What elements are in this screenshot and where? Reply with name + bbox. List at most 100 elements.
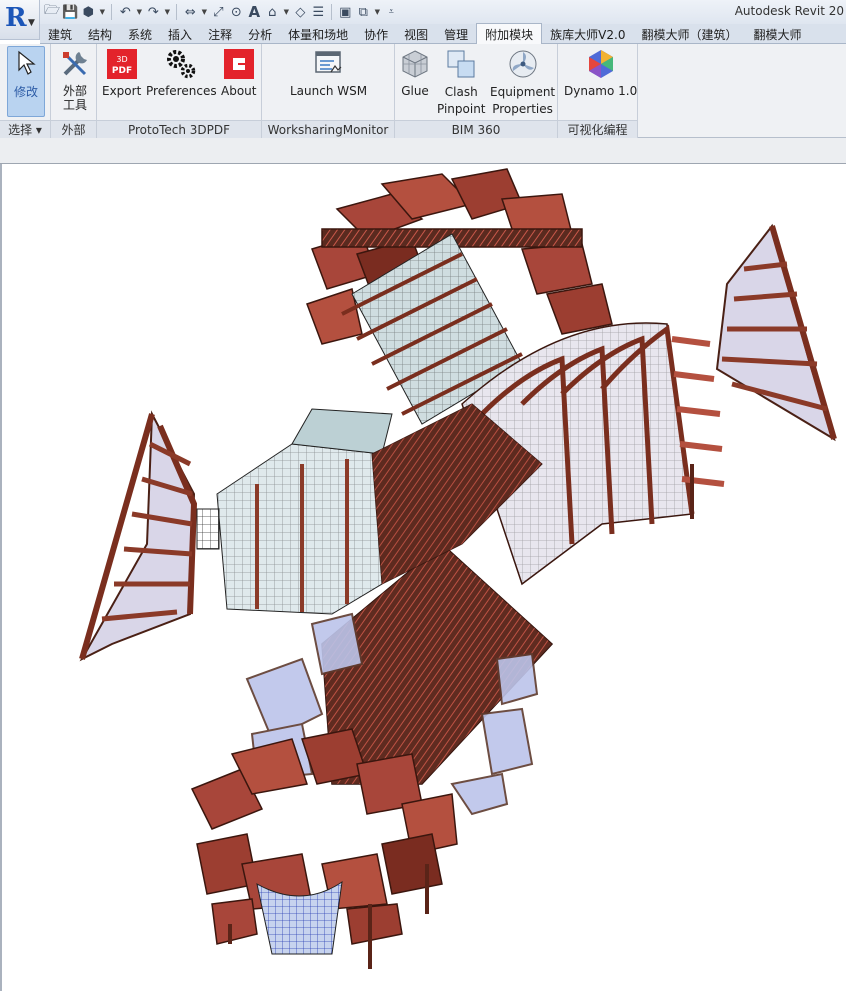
tab-fanmo-architecture[interactable]: 翻模大师（建筑） [633,24,745,44]
ribbon-tabs: 建筑 结构 系统 插入 注释 分析 体量和场地 协作 视图 管理 附加模块 族库… [40,23,846,44]
application-menu-button[interactable]: R ▼ [0,0,40,40]
separator [331,4,333,20]
drawing-area-3d-view[interactable] [0,164,846,991]
thin-lines-icon[interactable]: ☰ [310,3,326,21]
launch-wsm-label: Launch WSM [290,84,368,98]
revit-logo-icon: R [5,3,27,33]
right-fin [715,223,837,442]
quick-access-toolbar: 🗁 💾 ⬢ ▼ ↶ ▼ ↷ ▼ ⇔ ▼ ⤢ ⊙ A ⌂ ▼ ◇ ☰ ▣ ⧉ ▼ ⩡ [44,2,399,22]
tab-systems[interactable]: 系统 [120,24,160,44]
pdf-export-icon: 3D PDF [106,48,138,80]
tab-insert[interactable]: 插入 [160,24,200,44]
glue-label: Glue [401,84,429,98]
tools-icon [59,48,91,80]
about-button[interactable]: About [221,48,256,98]
launch-wsm-button[interactable]: Launch WSM [290,48,367,98]
external-tools-label-1: 外部 [62,84,87,98]
sync-dropdown[interactable]: ▼ [98,3,106,21]
building-model [79,168,837,969]
monitor-icon [313,48,345,80]
export-button[interactable]: 3D PDF Export [102,48,141,98]
tag-icon[interactable]: ⊙ [228,3,244,21]
sync-icon[interactable]: ⬢ [80,3,96,21]
equipment-label-1: Equipment [490,85,556,99]
dynamo-button[interactable]: Dynamo 1.0 [564,48,637,98]
separator [111,4,113,20]
redo-dropdown[interactable]: ▼ [163,3,171,21]
export-label: Export [102,84,142,98]
panel-label-prototech: ProtoTech 3DPDF [97,120,261,138]
gear-icon [165,48,197,80]
panel-label-dynamo: 可视化编程 [558,120,637,138]
tab-family-library[interactable]: 族库大师V2.0 [542,24,633,44]
customize-icon[interactable]: ⩡ [383,3,399,21]
ribbon-panel: 修改 选择 ▾ 外部 工具 外部 3D PDF Export Preferenc… [0,44,846,138]
svg-text:3D: 3D [116,55,127,64]
section-icon[interactable]: ◇ [292,3,308,21]
tab-add-ins[interactable]: 附加模块 [476,23,543,44]
undo-icon[interactable]: ↶ [117,3,133,21]
panel-label-bim360: BIM 360 [395,120,557,138]
prototech-logo-icon [223,48,255,80]
switch-windows-icon[interactable]: ⧉ [355,3,371,21]
options-bar [0,138,846,164]
about-label: About [221,84,257,98]
panel-worksharing-monitor: Launch WSM WorksharingMonitor [262,44,395,138]
glue-cube-icon [399,48,431,80]
tab-annotate[interactable]: 注释 [200,24,240,44]
panel-label-wsm: WorksharingMonitor [262,120,394,138]
dynamo-label: Dynamo 1.0 [564,84,638,98]
clash-label-2: Pinpoint [437,102,486,116]
equipment-label-2: Properties [492,102,553,116]
clash-pinpoint-button[interactable]: Clash Pinpoint [437,48,486,118]
modify-button[interactable]: 修改 [7,46,45,117]
title-bar: 🗁 💾 ⬢ ▼ ↶ ▼ ↷ ▼ ⇔ ▼ ⤢ ⊙ A ⌂ ▼ ◇ ☰ ▣ ⧉ ▼ ⩡ Auto… [0,0,846,24]
3d-view-icon[interactable]: ⌂ [264,3,280,21]
select-panel-title: 选择 [8,123,33,137]
tab-architecture[interactable]: 建筑 [40,24,80,44]
panel-label-external: 外部 [51,120,96,138]
preferences-label: Preferences [146,84,217,98]
app-title: Autodesk Revit 20 [734,4,844,18]
panel-external: 外部 工具 外部 [51,44,97,138]
tab-structure[interactable]: 结构 [80,24,120,44]
modify-label: 修改 [13,85,38,99]
fan-icon [507,48,539,80]
chevron-down-icon: ▼ [28,18,35,28]
panel-bim360: Glue Clash Pinpoint Equipment Properties… [395,44,558,138]
tab-fanmo[interactable]: 翻模大师 [745,24,809,44]
measure-icon[interactable]: ⇔ [182,3,198,21]
tab-manage[interactable]: 管理 [436,24,476,44]
3d-view-dropdown[interactable]: ▼ [282,3,290,21]
external-tools-button[interactable]: 外部 工具 [56,48,94,112]
measure-dropdown[interactable]: ▼ [200,3,208,21]
cursor-icon [10,47,42,79]
dimension-icon[interactable]: ⤢ [210,3,226,21]
save-icon[interactable]: 💾 [62,3,78,21]
glue-button[interactable]: Glue [399,48,431,98]
preferences-button[interactable]: Preferences [146,48,217,98]
open-icon[interactable]: 🗁 [44,3,60,21]
external-tools-label-2: 工具 [62,98,87,112]
switch-windows-dropdown[interactable]: ▼ [373,3,381,21]
tab-analyze[interactable]: 分析 [240,24,280,44]
left-fin [79,410,198,662]
tab-collaborate[interactable]: 协作 [356,24,396,44]
tab-view[interactable]: 视图 [396,24,436,44]
left-glass-block [196,408,393,615]
separator [176,4,178,20]
equipment-properties-button[interactable]: Equipment Properties [490,48,555,118]
svg-text:PDF: PDF [112,66,132,76]
panel-select: 修改 选择 ▾ [0,44,51,138]
close-hidden-icon[interactable]: ▣ [337,3,353,21]
panel-visual-programming: Dynamo 1.0 可视化编程 [558,44,638,138]
redo-icon[interactable]: ↷ [145,3,161,21]
undo-dropdown[interactable]: ▼ [135,3,143,21]
clash-label-1: Clash [444,85,478,99]
panel-label-select[interactable]: 选择 ▾ [0,120,50,138]
clash-icon [445,48,477,80]
panel-prototech: 3D PDF Export Preferences About ProtoTech… [97,44,262,138]
dynamo-icon [585,48,617,80]
tab-massing-site[interactable]: 体量和场地 [280,24,356,44]
text-icon[interactable]: A [246,3,262,21]
